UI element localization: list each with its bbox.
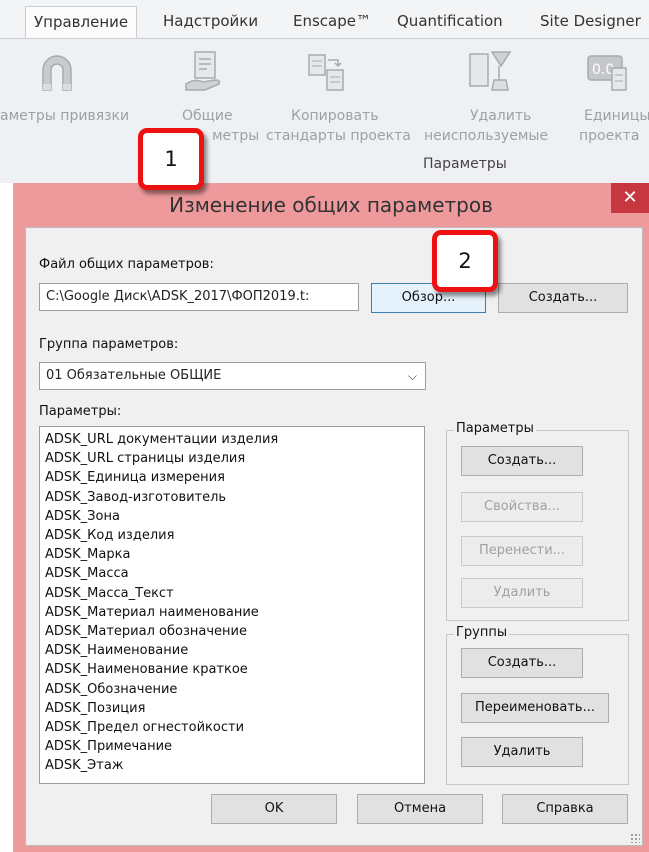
- list-item[interactable]: ADSK_Единица измерения: [45, 468, 424, 487]
- create-file-button[interactable]: Создать...: [498, 283, 628, 313]
- tab-site-designer[interactable]: Site Designer: [540, 12, 641, 30]
- list-item[interactable]: ADSK_Этаж: [45, 756, 424, 775]
- list-item[interactable]: ADSK_Наименование: [45, 641, 424, 660]
- list-item[interactable]: ADSK_Наименование краткое: [45, 660, 424, 679]
- rename-group-button[interactable]: Переименовать...: [461, 693, 609, 723]
- callout-2: 2: [432, 230, 498, 292]
- tab-enscape[interactable]: Enscape™: [293, 12, 371, 30]
- list-item[interactable]: ADSK_Позиция: [45, 699, 424, 718]
- list-item[interactable]: ADSK_Масса: [45, 564, 424, 583]
- cancel-button[interactable]: Отмена: [357, 794, 483, 824]
- list-item[interactable]: ADSK_URL страницы изделия: [45, 449, 424, 468]
- list-item[interactable]: ADSK_Завод-изготовитель: [45, 488, 424, 507]
- ribbon-units-line2: проекта: [579, 128, 640, 144]
- dialog-body: Файл общих параметров: C:\Google Диск\AD…: [25, 227, 643, 846]
- ribbon-units-line1: Единицы: [584, 108, 649, 124]
- ribbon-transfer-line1: Копировать: [291, 108, 379, 124]
- delete-group-button[interactable]: Удалить: [461, 737, 583, 767]
- list-item[interactable]: ADSK_URL документации изделия: [45, 430, 424, 449]
- delete-parameter-button[interactable]: Удалить: [461, 578, 583, 608]
- parameter-properties-button[interactable]: Свойства...: [461, 492, 583, 522]
- ribbon: Управление Надстройки Enscape™ Quantific…: [0, 0, 649, 183]
- callout-1: 1: [138, 128, 204, 190]
- ribbon-tab-bar: Управление Надстройки Enscape™ Quantific…: [0, 0, 649, 39]
- ribbon-transfer-line2: стандарты проекта: [266, 128, 411, 144]
- file-path-field[interactable]: C:\Google Диск\ADSK_2017\ФОП2019.t:: [39, 283, 359, 311]
- tab-manage[interactable]: Управление: [25, 6, 138, 38]
- close-button[interactable]: ✕: [611, 183, 649, 213]
- shared-parameters-icon[interactable]: [183, 50, 223, 98]
- list-item[interactable]: ADSK_Код изделия: [45, 526, 424, 545]
- list-item[interactable]: ADSK_Обозначение: [45, 680, 424, 699]
- parameter-group-select[interactable]: 01 Обязательные ОБЩИЕ ⌵: [39, 362, 426, 390]
- tab-addins[interactable]: Надстройки: [163, 12, 258, 30]
- ribbon-group-title: Параметры: [423, 156, 507, 172]
- create-parameter-button[interactable]: Создать...: [461, 446, 583, 476]
- groups-groupbox-title: Группы: [454, 625, 510, 640]
- list-item[interactable]: ADSK_Марка: [45, 545, 424, 564]
- transfer-standards-icon[interactable]: [306, 52, 346, 98]
- project-units-icon-text: 0.0: [592, 62, 614, 78]
- ribbon-shared-params-line1: Общие: [182, 108, 233, 124]
- project-units-icon[interactable]: 0.0: [586, 54, 632, 98]
- ribbon-snaps-label: аметры привязки: [0, 108, 130, 124]
- edit-shared-parameters-dialog: Изменение общих параметров ✕ Файл общих …: [13, 183, 649, 852]
- dialog-titlebar[interactable]: Изменение общих параметров ✕: [13, 183, 649, 227]
- tab-quantification[interactable]: Quantification: [397, 12, 503, 30]
- ribbon-shared-params-line2: метры: [212, 128, 260, 144]
- purge-icon[interactable]: [466, 50, 514, 98]
- parameters-groupbox-title: Параметры: [454, 421, 536, 436]
- ok-button[interactable]: OK: [211, 794, 337, 824]
- chevron-down-icon: ⌵: [407, 369, 417, 383]
- list-item[interactable]: ADSK_Предел огнестойкости: [45, 718, 424, 737]
- move-parameter-button[interactable]: Перенести...: [461, 536, 583, 566]
- ribbon-purge-line2: неиспользуемые: [424, 128, 549, 144]
- list-item[interactable]: ADSK_Материал наименование: [45, 603, 424, 622]
- dialog-title: Изменение общих параметров: [169, 193, 493, 217]
- create-group-button[interactable]: Создать...: [461, 648, 583, 678]
- list-item[interactable]: ADSK_Зона: [45, 507, 424, 526]
- magnet-icon[interactable]: [38, 52, 76, 96]
- list-item[interactable]: ADSK_Примечание: [45, 737, 424, 756]
- parameter-group-value: 01 Обязательные ОБЩИЕ: [46, 368, 222, 383]
- parameters-list[interactable]: ADSK_URL документации изделия ADSK_URL ст…: [39, 426, 425, 784]
- group-label: Группа параметров:: [39, 337, 179, 352]
- list-item[interactable]: ADSK_Материал обозначение: [45, 622, 424, 641]
- close-icon: ✕: [622, 187, 638, 208]
- ribbon-purge-line1: Удалить: [470, 108, 532, 124]
- params-label: Параметры:: [39, 404, 122, 419]
- help-button[interactable]: Справка: [502, 794, 628, 824]
- file-label: Файл общих параметров:: [39, 257, 214, 272]
- resize-grip-icon[interactable]: [630, 833, 640, 843]
- list-item[interactable]: ADSK_Масса_Текст: [45, 584, 424, 603]
